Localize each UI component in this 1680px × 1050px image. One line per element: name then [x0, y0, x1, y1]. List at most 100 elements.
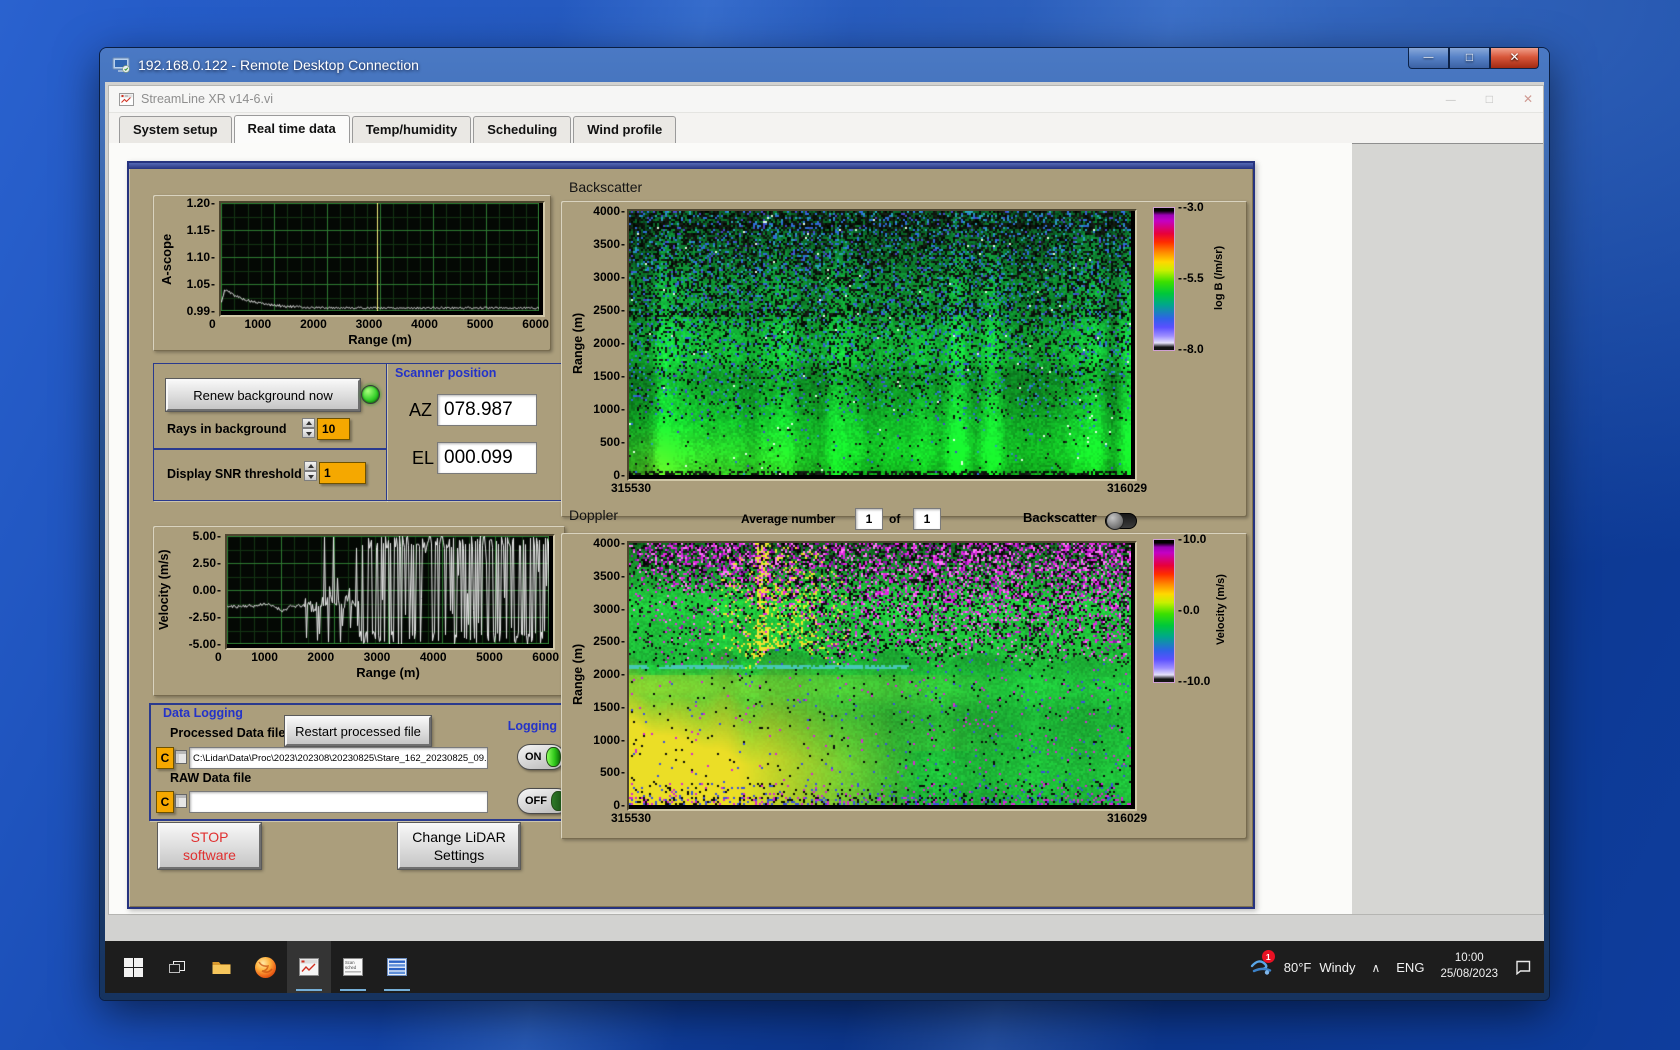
renew-background-label: Renew background now	[193, 387, 333, 403]
restart-processed-file-label: Restart processed file	[295, 723, 421, 739]
close-button[interactable]	[1490, 48, 1539, 69]
start-button[interactable]	[111, 941, 155, 993]
processed-path-field[interactable]: C:\Lidar\Data\Proc\2023\202308\20230825\…	[189, 747, 488, 769]
app-restore-button[interactable]	[1486, 92, 1493, 106]
data-logging-title: Data Logging	[163, 706, 243, 720]
doppler-plot	[627, 541, 1137, 811]
firefox-icon	[254, 956, 276, 978]
taskbar-clock[interactable]: 10:00 25/08/2023	[1440, 951, 1498, 982]
maximize-button[interactable]	[1449, 48, 1490, 69]
rdp-title: 192.168.0.122 - Remote Desktop Connectio…	[138, 57, 419, 73]
average-total-input[interactable]: 1	[913, 508, 941, 530]
remote-desktop-area: StreamLine XR v14-6.vi System setup Real…	[105, 82, 1544, 993]
rdp-window-controls	[1408, 48, 1539, 69]
rays-value-field[interactable]: 10	[317, 418, 350, 440]
firefox-button[interactable]	[243, 941, 287, 993]
processed-drive-letter[interactable]: C	[156, 747, 174, 769]
tick-label: 2500	[593, 303, 625, 317]
snr-spinner[interactable]	[304, 461, 317, 481]
renew-status-led	[361, 385, 380, 404]
backscatter-toggle-switch[interactable]	[1105, 512, 1137, 530]
backscatter-title: Backscatter	[569, 179, 643, 195]
doppler-y-axis-label: Range (m)	[571, 643, 585, 705]
rays-spinner[interactable]	[302, 418, 315, 438]
raw-path-browse-icon[interactable]	[175, 794, 187, 808]
settings-line2: Settings	[433, 847, 485, 863]
tick-label: -8.0	[1178, 342, 1204, 356]
data-viewer-taskbar-button[interactable]	[375, 941, 419, 993]
weather-widget[interactable]: 1 80°F Windy	[1250, 950, 1355, 977]
tick-label: 5.00	[193, 529, 221, 543]
tab-real-time-data[interactable]: Real time data	[233, 115, 350, 144]
snr-threshold-label: Display SNR threshold	[167, 467, 302, 481]
tick-label: -10.0	[1178, 674, 1210, 688]
app-minimize-button[interactable]	[1446, 92, 1456, 106]
tab-wind-profile[interactable]: Wind profile	[573, 116, 677, 143]
tick-label: 500	[600, 765, 625, 779]
streamline-app-icon	[299, 958, 319, 976]
language-indicator[interactable]: ENG	[1396, 960, 1424, 975]
raw-drive-letter[interactable]: C	[156, 791, 174, 813]
tick-label: 2000	[300, 317, 327, 331]
restart-processed-file-button[interactable]: Restart processed file	[284, 715, 432, 747]
minimize-button[interactable]	[1408, 48, 1449, 69]
ascope-x-ticks: 0 1000 2000 3000 4000 5000 6000	[209, 317, 549, 331]
doppler-x-start: 315530	[611, 811, 652, 825]
vi-front-panel: A-scope 1.201.151.101.050.99 01000200030…	[109, 143, 1352, 914]
backscatter-x-end: 316029	[1106, 481, 1147, 495]
tick-label: 3000	[593, 270, 625, 284]
tab-scheduling[interactable]: Scheduling	[473, 116, 572, 143]
task-view-button[interactable]	[155, 941, 199, 993]
notification-center-icon[interactable]	[1514, 959, 1532, 975]
az-value-field[interactable]: 078.987	[437, 394, 537, 426]
tray-expand-chevron-icon[interactable]	[1371, 960, 1380, 975]
desktop: 192.168.0.122 - Remote Desktop Connectio…	[0, 0, 1680, 1050]
tick-label: 4000	[419, 650, 447, 664]
tick-label: 6000	[522, 317, 549, 331]
tab-temp-humidity[interactable]: Temp/humidity	[351, 116, 472, 143]
scan-schedule-taskbar-button[interactable]: Scan sched	[331, 941, 375, 993]
tick-label: -5.5	[1178, 271, 1204, 285]
average-number-input[interactable]: 1	[855, 508, 883, 530]
tick-label: 4000	[411, 317, 438, 331]
processed-logging-on-switch[interactable]: ON	[517, 744, 565, 770]
app-close-button[interactable]	[1523, 92, 1533, 106]
el-value-field[interactable]: 000.099	[437, 442, 537, 474]
task-view-icon	[169, 961, 185, 973]
backscatter-x-start: 315530	[611, 481, 652, 495]
app-titlebar[interactable]: StreamLine XR v14-6.vi	[109, 86, 1543, 113]
backscatter-graph-group: Range (m) 4000 3500 3000 2500 2000 1500 1000 50…	[561, 200, 1247, 517]
tick-label: 3000	[363, 650, 391, 664]
streamline-taskbar-button[interactable]	[287, 941, 331, 993]
backscatter-plot	[627, 209, 1137, 481]
velocity-graph-group: Velocity (m/s) 5.00 2.50 0.00 -2.50 -5.00 0 1…	[153, 526, 565, 696]
tick-label: 3500	[593, 569, 625, 583]
temperature-text: 80°F	[1283, 959, 1312, 975]
windows-logo-icon	[123, 957, 143, 977]
weather-badge: 1	[1261, 950, 1275, 963]
tab-system-setup[interactable]: System setup	[119, 116, 232, 143]
doppler-title: Doppler	[569, 507, 619, 523]
file-explorer-button[interactable]	[199, 941, 243, 993]
backscatter-colorbar-ticks: -3.0 -5.5 -8.0	[1178, 200, 1214, 356]
on-lamp-icon	[545, 747, 561, 767]
tick-label: 500	[600, 435, 625, 449]
tick-label: -5.00	[189, 637, 221, 651]
tick-label: 1500	[593, 700, 625, 714]
tick-label: 0.99	[187, 304, 215, 318]
raw-path-field[interactable]	[189, 791, 488, 813]
snr-value-field[interactable]: 1	[319, 462, 366, 484]
doppler-graph-group: Range (m) 4000 3500 3000 2500 2000 1500 1000 50…	[561, 532, 1247, 839]
renew-background-button[interactable]: Renew background now	[165, 378, 361, 412]
scan-schedule-icon: Scan sched	[343, 958, 363, 976]
background-control-box: Renew background now Rays in background …	[153, 363, 387, 449]
raw-data-file-label: RAW Data file	[170, 771, 252, 785]
stop-software-button[interactable]: STOP software	[157, 822, 262, 870]
rdp-titlebar[interactable]: 192.168.0.122 - Remote Desktop Connectio…	[100, 48, 1549, 82]
stop-line1: STOP	[190, 828, 229, 845]
close-icon	[1509, 52, 1519, 64]
vi-app-icon	[119, 92, 134, 106]
on-label: ON	[525, 751, 542, 763]
change-lidar-settings-button[interactable]: Change LiDAR Settings	[397, 822, 521, 870]
processed-path-browse-icon[interactable]	[175, 750, 187, 764]
